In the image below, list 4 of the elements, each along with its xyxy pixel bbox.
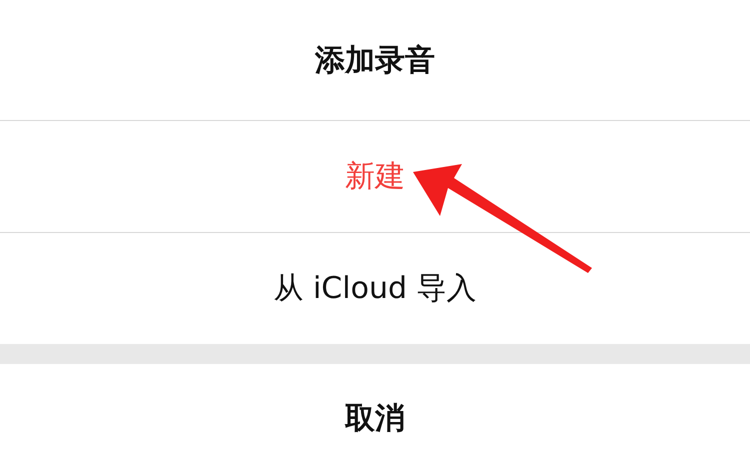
action-button[interactable]: 从 iCloud 导入 [257,260,493,317]
action-button[interactable]: 新建 [329,148,421,205]
cancel-button[interactable]: 取消 [329,390,421,446]
sheet-title: 添加录音 [315,42,435,80]
